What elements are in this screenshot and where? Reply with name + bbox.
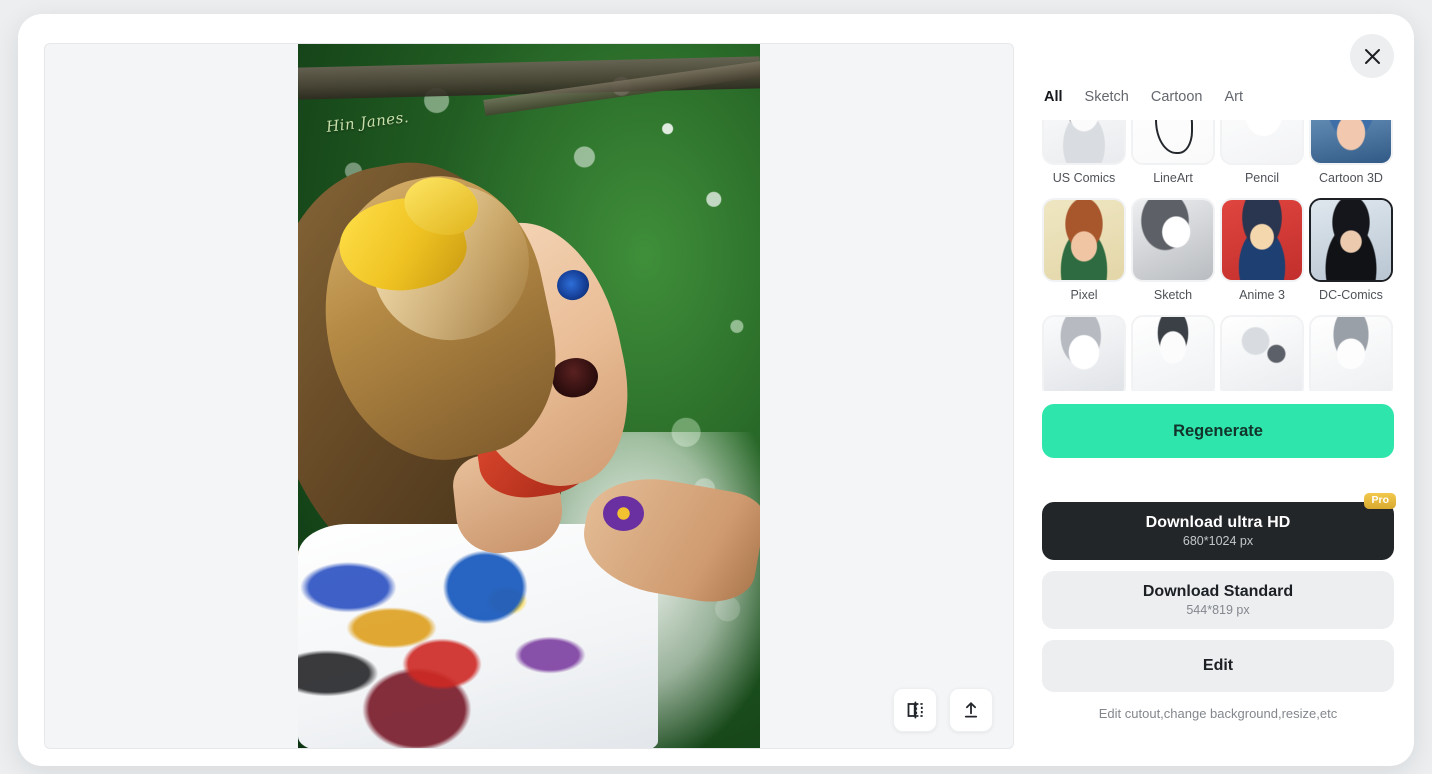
style-thumbnail-art: [1311, 200, 1391, 280]
style-option-sketch[interactable]: Sketch: [1131, 198, 1215, 302]
style-grid-viewport[interactable]: US Comics LineArt Pencil Cartoon 3D Pixe…: [1042, 120, 1414, 391]
options-rail: All Sketch Cartoon Art US Comics LineArt: [1042, 14, 1414, 766]
share-button[interactable]: [949, 688, 993, 732]
style-label: US Comics: [1052, 171, 1116, 185]
preview-action-bar: [893, 688, 993, 732]
style-label: Anime 3: [1239, 288, 1285, 302]
style-thumbnail-art: [1133, 317, 1213, 391]
tab-sketch[interactable]: Sketch: [1085, 89, 1129, 105]
pro-badge: Pro: [1364, 493, 1396, 509]
generated-artwork[interactable]: Hin Janes.: [298, 44, 760, 748]
style-thumbnail: [1131, 315, 1215, 391]
page-backdrop: Hin Janes. All Sketch Cartoon Art US Com…: [0, 0, 1432, 774]
style-label: Cartoon 3D: [1319, 171, 1383, 185]
style-thumbnail: [1309, 120, 1393, 165]
style-option-row3-3[interactable]: [1220, 315, 1304, 391]
style-option-dc-comics[interactable]: DC-Comics: [1309, 198, 1393, 302]
style-thumbnail-art: [1133, 200, 1213, 280]
compare-button[interactable]: [893, 688, 937, 732]
style-thumbnail: [1220, 120, 1304, 165]
style-thumbnail: [1309, 315, 1393, 391]
style-option-lineart[interactable]: LineArt: [1131, 120, 1215, 185]
style-thumbnail: [1220, 315, 1304, 391]
style-thumbnail: [1042, 198, 1126, 282]
style-thumbnail-art: [1222, 317, 1302, 391]
style-thumbnail-selected: [1309, 198, 1393, 282]
style-thumbnail-art: [1311, 120, 1391, 163]
tab-art[interactable]: Art: [1224, 89, 1243, 105]
download-ultra-hd-button[interactable]: Pro Download ultra HD 680*1024 px: [1042, 493, 1396, 560]
style-thumbnail: [1131, 198, 1215, 282]
style-thumbnail: [1220, 198, 1304, 282]
style-option-pixel[interactable]: Pixel: [1042, 198, 1126, 302]
tab-all[interactable]: All: [1044, 89, 1063, 105]
style-option-row3-4[interactable]: [1309, 315, 1393, 391]
result-modal: Hin Janes. All Sketch Cartoon Art US Com…: [18, 14, 1414, 766]
style-thumbnail-art: [1044, 120, 1124, 163]
image-preview-panel: Hin Janes.: [44, 43, 1014, 749]
style-thumbnail: [1042, 120, 1126, 165]
regenerate-button[interactable]: Regenerate: [1042, 404, 1394, 458]
style-thumbnail-art: [1222, 200, 1302, 280]
style-option-cartoon-3d[interactable]: Cartoon 3D: [1309, 120, 1393, 185]
style-thumbnail-art: [1311, 317, 1391, 391]
style-label: Pixel: [1070, 288, 1098, 302]
compare-split-icon: [904, 699, 926, 721]
style-thumbnail-art: [1044, 200, 1124, 280]
download-ultra-hd-title: Download ultra HD: [1145, 514, 1291, 531]
style-category-tabs: All Sketch Cartoon Art: [1042, 86, 1414, 108]
edit-hint-text: Edit cutout,change background,resize,etc: [1098, 706, 1338, 721]
style-option-row3-2[interactable]: [1131, 315, 1215, 391]
style-option-pencil[interactable]: Pencil: [1220, 120, 1304, 185]
download-standard-button[interactable]: Download Standard 544*819 px: [1042, 571, 1394, 629]
close-button[interactable]: [1350, 34, 1394, 78]
style-option-anime-3[interactable]: Anime 3: [1220, 198, 1304, 302]
style-grid: US Comics LineArt Pencil Cartoon 3D Pixe…: [1042, 120, 1404, 391]
download-standard-title: Download Standard: [1142, 583, 1294, 600]
style-option-us-comics[interactable]: US Comics: [1042, 120, 1126, 185]
close-icon: [1364, 48, 1381, 65]
style-label: LineArt: [1153, 171, 1193, 185]
style-option-row3-1[interactable]: [1042, 315, 1126, 391]
download-ultra-hd-size: 680*1024 px: [1182, 534, 1254, 548]
style-thumbnail: [1042, 315, 1126, 391]
style-thumbnail-art: [1044, 317, 1124, 391]
style-label: Pencil: [1244, 171, 1280, 185]
download-standard-size: 544*819 px: [1186, 603, 1250, 617]
style-thumbnail-art: [1133, 120, 1213, 163]
style-label: DC-Comics: [1319, 288, 1383, 302]
upload-arrow-icon: [960, 699, 982, 721]
edit-button[interactable]: Edit: [1042, 640, 1394, 692]
style-thumbnail: [1131, 120, 1215, 165]
style-label: Sketch: [1153, 288, 1193, 302]
tab-cartoon[interactable]: Cartoon: [1151, 89, 1203, 105]
style-thumbnail-art: [1222, 120, 1302, 163]
